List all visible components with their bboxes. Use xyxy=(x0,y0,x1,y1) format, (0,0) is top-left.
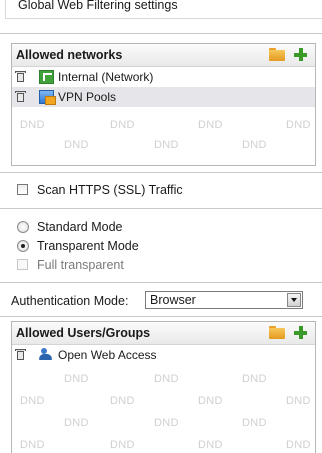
allowed-networks-list[interactable]: DND DND DND DND DND DND DND Internal (Ne… xyxy=(12,67,315,165)
dnd-placeholder: DND xyxy=(198,439,223,451)
vpn-pool-icon xyxy=(39,90,56,105)
network-icon xyxy=(39,70,54,84)
dnd-placeholder: DND xyxy=(154,373,179,385)
add-icon[interactable] xyxy=(294,326,307,339)
trash-icon[interactable] xyxy=(15,71,26,82)
list-item-label: Internal (Network) xyxy=(58,70,154,84)
dnd-placeholder: DND xyxy=(64,417,89,429)
list-item-label: VPN Pools xyxy=(58,90,117,104)
full-transparent-checkbox xyxy=(17,259,28,270)
allowed-users-header: Allowed Users/Groups xyxy=(12,322,315,345)
authentication-mode-value: Browser xyxy=(150,293,196,307)
list-item[interactable]: VPN Pools xyxy=(12,87,315,107)
dnd-placeholder: DND xyxy=(110,119,135,131)
scan-https-label: Scan HTTPS (SSL) Traffic xyxy=(37,183,183,197)
dnd-placeholder: DND xyxy=(242,373,267,385)
dnd-placeholder: DND xyxy=(286,119,311,131)
dnd-placeholder: DND xyxy=(242,139,267,151)
dnd-placeholder: DND xyxy=(154,139,179,151)
dnd-placeholder: DND xyxy=(198,395,223,407)
allowed-users-title: Allowed Users/Groups xyxy=(16,326,151,340)
add-icon[interactable] xyxy=(294,48,307,61)
allowed-networks-panel: Allowed networks DND DND DND DND DND DND… xyxy=(11,43,316,166)
users-icon xyxy=(39,348,54,362)
transparent-mode-label: Transparent Mode xyxy=(37,239,139,253)
dnd-placeholder: DND xyxy=(20,439,45,451)
list-item-label: Open Web Access xyxy=(58,348,157,362)
list-item[interactable]: Internal (Network) xyxy=(12,67,315,87)
dnd-placeholder: DND xyxy=(64,373,89,385)
dnd-placeholder: DND xyxy=(20,119,45,131)
standard-mode-label: Standard Mode xyxy=(37,220,123,234)
list-item[interactable]: Open Web Access xyxy=(12,345,315,365)
allowed-users-list[interactable]: DND DND DND DND DND DND DND DND DND DND … xyxy=(12,345,315,453)
dnd-placeholder: DND xyxy=(286,395,311,407)
authentication-mode-label: Authentication Mode: xyxy=(11,294,129,308)
divider xyxy=(0,316,322,317)
divider xyxy=(0,172,322,173)
allowed-networks-header: Allowed networks xyxy=(12,44,315,67)
divider xyxy=(0,33,322,34)
dnd-placeholder: DND xyxy=(110,439,135,451)
divider xyxy=(0,282,322,283)
chevron-down-icon[interactable] xyxy=(287,293,301,307)
dnd-placeholder: DND xyxy=(20,395,45,407)
section-title-text: Global Web Filtering settings xyxy=(18,0,178,12)
full-transparent-label: Full transparent xyxy=(37,258,124,272)
dnd-placeholder: DND xyxy=(198,119,223,131)
dnd-placeholder: DND xyxy=(154,417,179,429)
dnd-placeholder: DND xyxy=(64,139,89,151)
scan-https-checkbox[interactable] xyxy=(17,184,28,195)
open-folder-icon[interactable] xyxy=(269,48,285,61)
allowed-networks-title: Allowed networks xyxy=(16,48,123,62)
divider xyxy=(0,208,322,209)
trash-icon[interactable] xyxy=(15,91,26,102)
open-folder-icon[interactable] xyxy=(269,326,285,339)
dnd-placeholder: DND xyxy=(286,439,311,451)
dnd-placeholder: DND xyxy=(242,417,267,429)
section-title: Global Web Filtering settings xyxy=(5,0,322,19)
authentication-mode-select[interactable]: Browser xyxy=(145,291,303,309)
standard-mode-radio[interactable] xyxy=(17,221,29,233)
trash-icon[interactable] xyxy=(15,349,26,360)
transparent-mode-radio[interactable] xyxy=(17,240,29,252)
dnd-placeholder: DND xyxy=(110,395,135,407)
allowed-users-panel: Allowed Users/Groups DND DND DND DND DND… xyxy=(11,321,316,453)
